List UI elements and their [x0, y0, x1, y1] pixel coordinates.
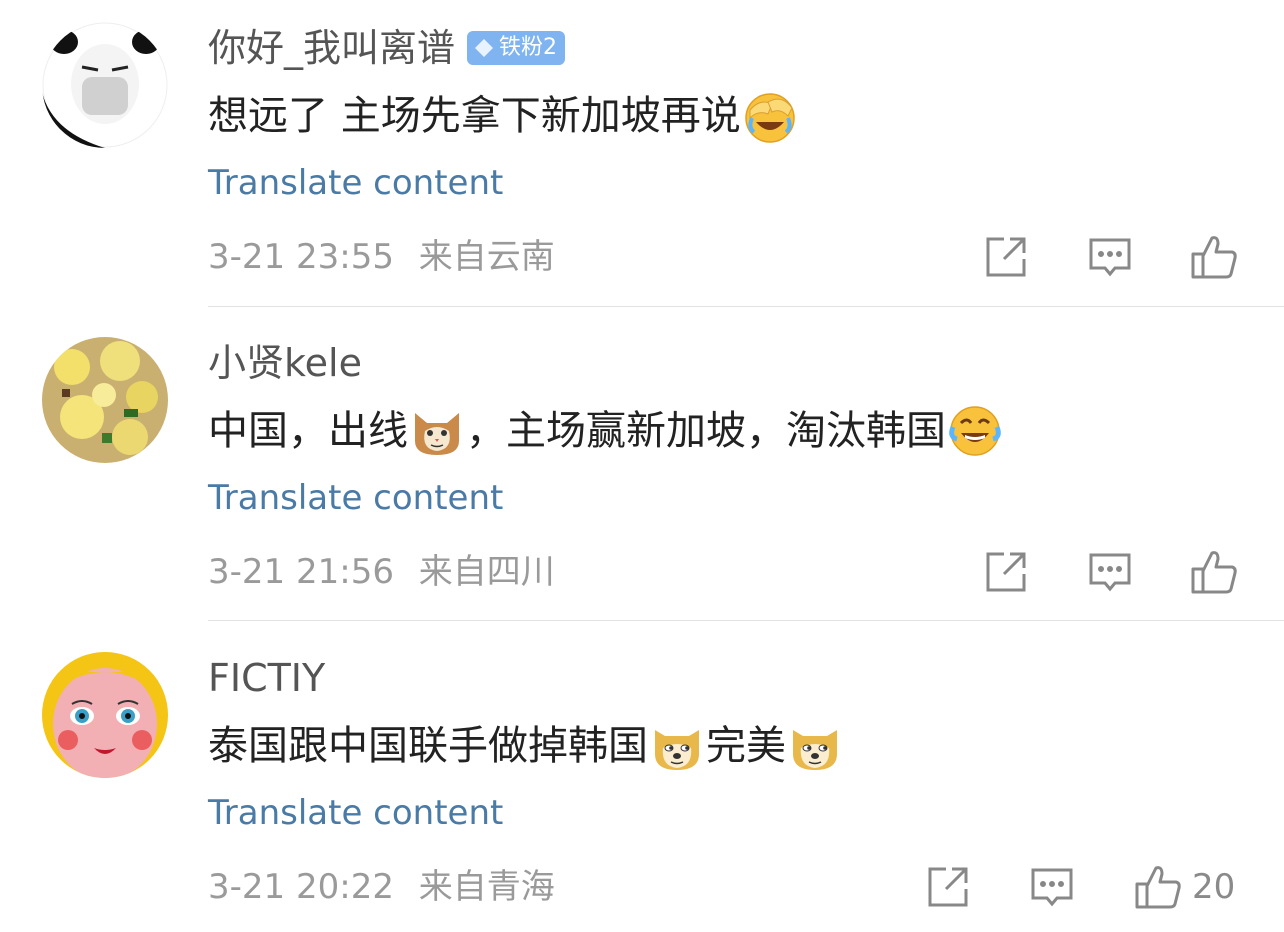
comment-button[interactable] — [1088, 547, 1132, 597]
comment-meta: 3-21 21:56 来自四川 — [208, 549, 555, 595]
avatar[interactable] — [42, 652, 168, 778]
comment-icon — [1089, 238, 1131, 277]
location: 来自四川 — [418, 552, 555, 592]
username-text[interactable]: 小贤kele — [208, 337, 362, 389]
cat-face-emoji — [415, 413, 459, 455]
share-icon — [986, 237, 1026, 277]
comment-text: 泰国跟中国联手做掉韩国 完美 — [208, 718, 844, 774]
translate-link[interactable]: Translate content — [208, 475, 503, 521]
divider — [208, 306, 1284, 307]
translate-link[interactable]: Translate content — [208, 160, 503, 206]
username[interactable]: FICTIY — [208, 652, 325, 704]
comment-button[interactable] — [1088, 232, 1132, 282]
comment-meta: 3-21 23:55 来自云南 — [208, 234, 555, 280]
timestamp: 3-21 21:56 — [208, 552, 394, 592]
translate-link[interactable]: Translate content — [208, 790, 503, 836]
badge-label: 铁粉2 — [499, 35, 558, 60]
share-icon — [986, 552, 1026, 592]
thumbs-up-icon — [1191, 236, 1237, 279]
username[interactable]: 你好_我叫离谱 铁粉2 — [208, 22, 566, 74]
share-icon — [928, 867, 968, 907]
timestamp: 3-21 20:22 — [208, 867, 394, 907]
comment-text-part: 完美 — [706, 723, 786, 769]
like-button[interactable] — [1190, 547, 1248, 597]
fan-badge[interactable]: 铁粉2 — [467, 31, 566, 65]
share-button[interactable] — [926, 862, 970, 912]
like-button[interactable]: 20 — [1134, 862, 1235, 912]
comment-button[interactable] — [1030, 862, 1074, 912]
location: 来自青海 — [418, 867, 555, 907]
avatar[interactable] — [42, 337, 168, 463]
share-button[interactable] — [984, 547, 1028, 597]
username-text[interactable]: 你好_我叫离谱 — [208, 22, 455, 74]
doge-emoji — [655, 730, 699, 770]
comment-item: 你好_我叫离谱 铁粉2 想远了 主场先拿下新加坡再说 Translate con… — [0, 0, 1284, 306]
doge-emoji — [793, 730, 837, 770]
comment-text-part: 中国，出线 — [208, 408, 408, 454]
diamond-icon — [475, 39, 494, 57]
share-button[interactable] — [984, 232, 1028, 282]
like-button[interactable] — [1190, 232, 1248, 282]
comment-meta: 3-21 20:22 来自青海 — [208, 864, 555, 910]
avatar[interactable] — [42, 22, 168, 148]
username[interactable]: 小贤kele — [208, 337, 362, 389]
thumbs-up-icon — [1191, 551, 1237, 594]
comment-item: 小贤kele 中国，出线 ，主场赢新加坡，淘汰韩国 Translate cont… — [0, 315, 1284, 621]
comment-icon — [1031, 868, 1073, 907]
timestamp: 3-21 23:55 — [208, 237, 394, 277]
thumbs-up-icon — [1135, 866, 1181, 909]
comment-text: 想远了 主场先拿下新加坡再说 — [208, 88, 799, 144]
comment-icon — [1089, 553, 1131, 592]
comment-text: 中国，出线 ，主场赢新加坡，淘汰韩国 — [208, 403, 1004, 459]
divider — [208, 620, 1284, 621]
tears-of-joy-emoji — [949, 406, 1001, 456]
comment-text-part: ，主场赢新加坡，淘汰韩国 — [466, 408, 946, 454]
facepalm-laugh-emoji — [744, 93, 795, 143]
comment-text-part: 想远了 主场先拿下新加坡再说 — [208, 93, 741, 139]
username-text[interactable]: FICTIY — [208, 652, 325, 704]
like-count: 20 — [1192, 867, 1236, 907]
comment-text-part: 泰国跟中国联手做掉韩国 — [208, 723, 648, 769]
location: 来自云南 — [418, 237, 555, 277]
comment-item: FICTIY 泰国跟中国联手做掉韩国 完美 Translate content … — [0, 630, 1284, 932]
